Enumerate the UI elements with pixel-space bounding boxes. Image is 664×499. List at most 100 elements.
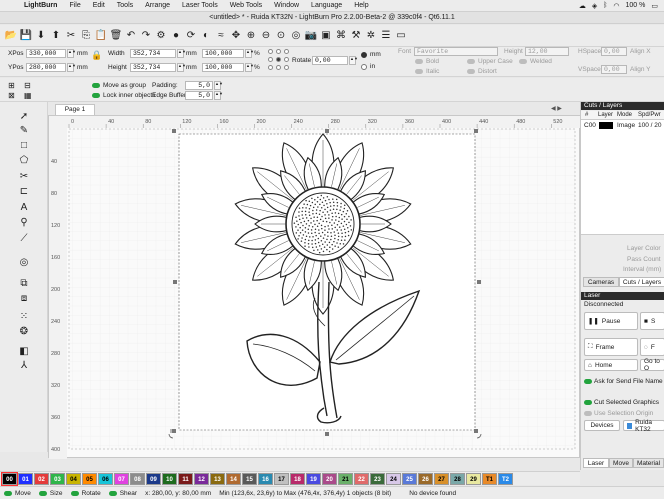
palette-swatch-02[interactable]: 02 (34, 472, 49, 485)
rotate-field[interactable]: 0,00 (312, 56, 348, 65)
height-stepper[interactable]: ▲▼ (177, 63, 186, 72)
origin-bottom-right[interactable] (284, 65, 289, 70)
padding-stepper[interactable]: ▲▼ (214, 81, 223, 90)
menu-web-tools[interactable]: Web Tools (224, 2, 268, 9)
palette-swatch-14[interactable]: 14 (226, 472, 241, 485)
palette-swatch-19[interactable]: 19 (306, 472, 321, 485)
height-field[interactable]: 352,734 (130, 63, 176, 72)
redo-icon[interactable]: ↷ (139, 29, 153, 43)
text-height-field[interactable]: 12,00 (525, 47, 569, 56)
distort-toggle[interactable] (467, 69, 475, 74)
palette-swatch-18[interactable]: 18 (290, 472, 305, 485)
origin-center[interactable] (276, 57, 281, 62)
tab-scroll-arrows[interactable]: ◀ ▶ (551, 105, 562, 112)
boolean-icon[interactable]: ◐ (199, 29, 213, 43)
wifi-icon[interactable]: ◠ (613, 2, 619, 10)
rotate-stepper[interactable]: ▲▼ (349, 56, 358, 65)
palette-swatch-13[interactable]: 13 (210, 472, 225, 485)
workspace-canvas[interactable]: 0408012016020024028032036040044048052056… (48, 115, 581, 459)
bluetooth-icon[interactable]: ᛒ (603, 2, 607, 9)
tab-laser[interactable]: Laser (583, 458, 609, 468)
palette-swatch-05[interactable]: 05 (82, 472, 97, 485)
palette-swatch-12[interactable]: 12 (194, 472, 209, 485)
tab-move[interactable]: Move (609, 458, 633, 468)
pan-icon[interactable]: ✥ (229, 29, 243, 43)
italic-toggle[interactable] (415, 69, 423, 74)
battery-icon[interactable]: ▭ (651, 2, 658, 10)
undo-icon[interactable]: ↶ (124, 29, 138, 43)
scale-width-stepper[interactable]: ▲▼ (245, 49, 254, 58)
shield-icon[interactable]: ◈ (592, 2, 597, 10)
weld-icon[interactable]: ⅄ (18, 360, 30, 372)
record-icon[interactable]: ● (169, 29, 183, 43)
delete-icon[interactable]: 🗑 (109, 29, 123, 43)
scale-width-field[interactable]: 100,000 (202, 49, 244, 58)
copy-along-icon[interactable]: ⧈ (18, 293, 30, 305)
layers-icon[interactable]: ☰ (379, 29, 393, 43)
open-icon[interactable]: 📂 (4, 29, 18, 43)
tab-cameras[interactable]: Cameras (583, 277, 619, 287)
zoom-fit-icon[interactable]: ⊙ (274, 29, 288, 43)
xpos-field[interactable]: 330,000 (26, 49, 66, 58)
settings-icon[interactable]: ✲ (364, 29, 378, 43)
palette-swatch-29[interactable]: 29 (466, 472, 481, 485)
palette-swatch-06[interactable]: 06 (98, 472, 113, 485)
menu-language[interactable]: Language (305, 2, 348, 9)
menu-laser-tools[interactable]: Laser Tools (176, 2, 224, 9)
frame-circle-button[interactable]: ◌ F (640, 338, 664, 356)
width-field[interactable]: 352,734 (130, 49, 176, 58)
menu-lightburn[interactable]: LightBurn (18, 2, 63, 9)
tab-cuts-layers[interactable]: Cuts / Layers (619, 277, 664, 287)
xpos-stepper[interactable]: ▲▼ (67, 49, 76, 58)
scissors-icon[interactable]: ✂ (18, 171, 30, 183)
home-button[interactable]: ⌂ Home (584, 359, 638, 371)
origin-bottom-center[interactable] (276, 65, 281, 70)
copy-icon[interactable]: ⎘ (79, 29, 93, 43)
palette-swatch-01[interactable]: 01 (18, 472, 33, 485)
group-icon[interactable]: ▦ (24, 91, 32, 100)
cut-icon[interactable]: ✂ (64, 29, 78, 43)
array-icon[interactable]: ⧉ (18, 278, 30, 290)
canvas-svg[interactable]: 0408012016020024028032036040044048052056… (49, 116, 581, 459)
import-icon[interactable]: ⬇ (34, 29, 48, 43)
monitor-icon[interactable]: ▭ (394, 29, 408, 43)
edit-nodes-icon[interactable]: ✎ (18, 125, 30, 137)
palette-swatch-08[interactable]: 08 (130, 472, 145, 485)
origin-mid-right[interactable] (284, 57, 289, 62)
mirror-icon[interactable]: ◧ (18, 346, 30, 358)
gear-icon[interactable]: ⚙ (154, 29, 168, 43)
palette-swatch-15[interactable]: 15 (242, 472, 257, 485)
ypos-field[interactable]: 280,000 (26, 63, 66, 72)
ask-send-toggle[interactable] (584, 379, 592, 384)
edge-buffer-field[interactable]: 5,0 (185, 91, 213, 100)
palette-swatch-23[interactable]: 23 (370, 472, 385, 485)
align-icon[interactable]: ⊟ (24, 81, 31, 90)
palette-swatch-09[interactable]: 09 (146, 472, 161, 485)
rectangle-icon[interactable]: □ (18, 140, 30, 152)
origin-bottom-left[interactable] (268, 65, 273, 70)
palette-swatch-t2[interactable]: T2 (498, 472, 513, 485)
goto-origin-button[interactable]: Go to O (640, 358, 664, 372)
palette-swatch-27[interactable]: 27 (434, 472, 449, 485)
distribute-icon[interactable]: ⊠ (8, 91, 15, 100)
palette-swatch-24[interactable]: 24 (386, 472, 401, 485)
units-mm-radio[interactable] (361, 52, 367, 58)
position-icon[interactable]: ⚲ (18, 217, 30, 229)
trace-icon[interactable]: ⌘ (334, 29, 348, 43)
paste-icon[interactable]: 📋 (94, 29, 108, 43)
origin-mid-left[interactable] (268, 57, 273, 62)
zoom-in-icon[interactable]: ⊕ (244, 29, 258, 43)
move-as-group-toggle[interactable] (92, 83, 100, 88)
palette-swatch-10[interactable]: 10 (162, 472, 177, 485)
scale-height-field[interactable]: 100,000 (202, 63, 244, 72)
palette-swatch-28[interactable]: 28 (450, 472, 465, 485)
hspace-field[interactable]: 0,00 (601, 47, 627, 56)
menu-file[interactable]: File (63, 2, 86, 9)
table-row[interactable]: C00 Image 100 / 20 (581, 120, 664, 131)
lock-icon[interactable]: 🔒 (91, 50, 102, 61)
tab-material[interactable]: Material (633, 458, 664, 468)
grid-array-icon[interactable]: ⁙ (18, 311, 30, 323)
zoom-out-icon[interactable]: ⊖ (259, 29, 273, 43)
devices-button[interactable]: Devices (584, 420, 620, 431)
select-icon[interactable]: ➚ (18, 111, 30, 123)
